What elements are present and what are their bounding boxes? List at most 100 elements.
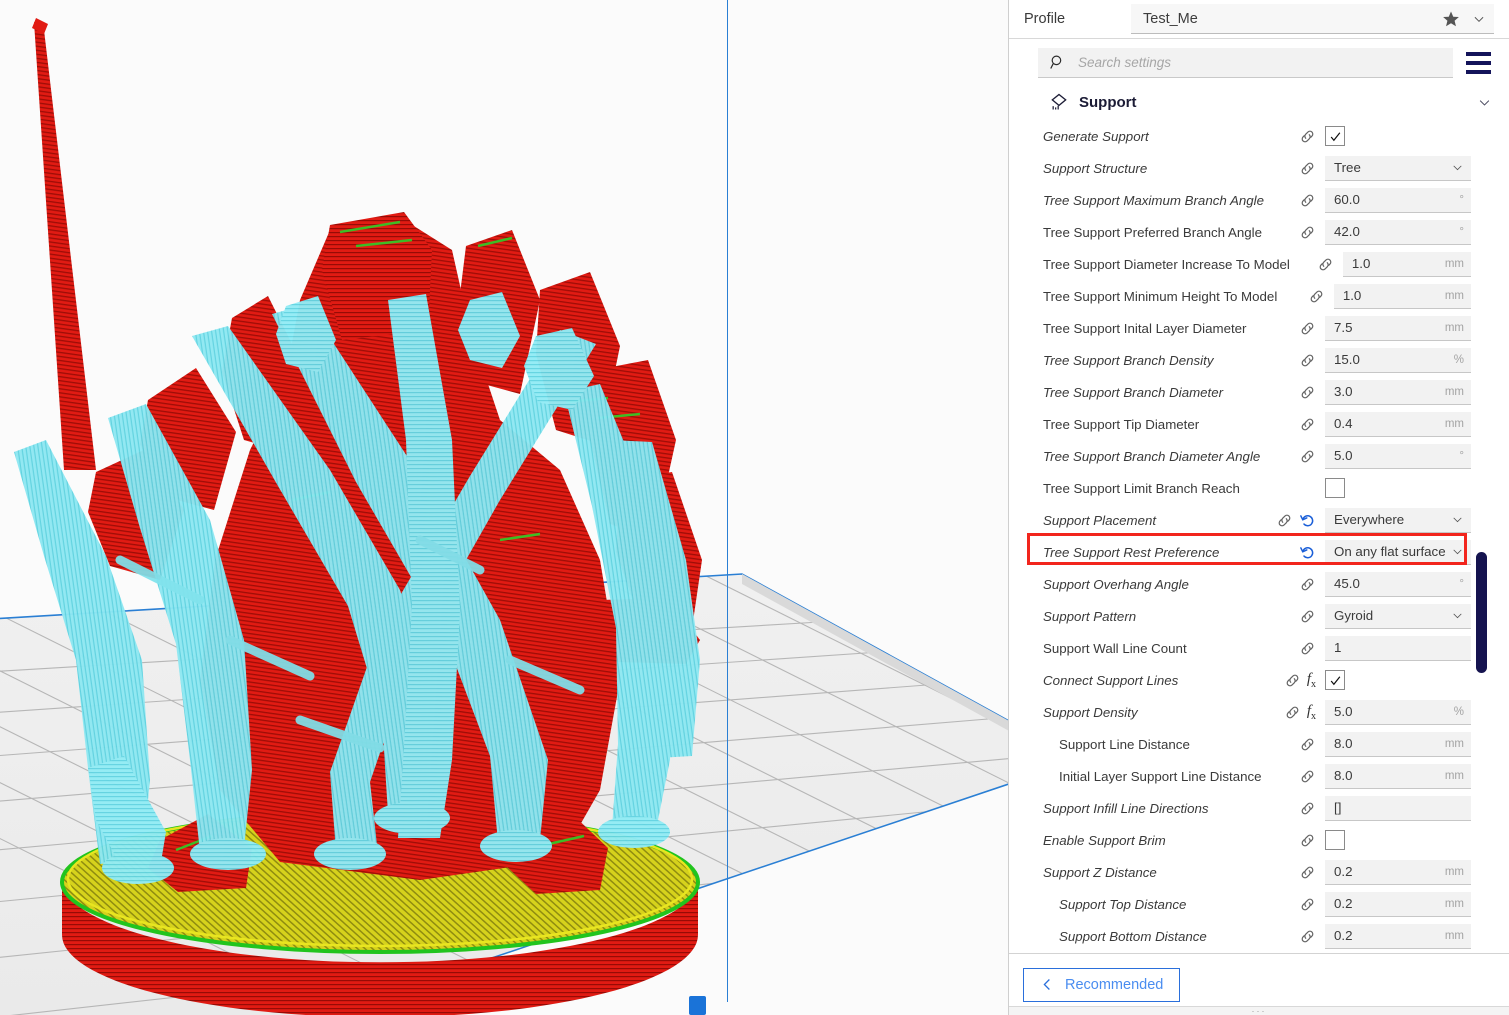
revert-icon[interactable] xyxy=(1299,512,1316,529)
origin-marker[interactable] xyxy=(689,996,706,1015)
link-icon[interactable] xyxy=(1299,224,1316,241)
setting-checkbox[interactable] xyxy=(1325,830,1345,850)
panel-resize-grip[interactable]: ··· xyxy=(1009,1006,1509,1015)
link-icon[interactable] xyxy=(1299,320,1316,337)
setting-input[interactable]: 8.0 mm xyxy=(1325,763,1471,789)
link-icon[interactable] xyxy=(1299,576,1316,593)
setting-row[interactable]: Tree Support Maximum Branch Angle 60.0 ° xyxy=(1009,184,1509,216)
link-icon[interactable] xyxy=(1308,288,1325,305)
setting-input[interactable]: 8.0 mm xyxy=(1325,731,1471,757)
setting-row[interactable]: Tree Support Minimum Height To Model 1.0 m… xyxy=(1009,280,1509,312)
link-icon[interactable] xyxy=(1299,352,1316,369)
setting-dropdown[interactable]: On any flat surface xyxy=(1325,539,1471,565)
chevron-down-icon[interactable] xyxy=(1451,513,1464,526)
link-icon[interactable] xyxy=(1299,800,1316,817)
link-icon[interactable] xyxy=(1299,832,1316,849)
profile-dropdown[interactable]: Test_Me xyxy=(1131,4,1494,34)
setting-row[interactable]: Initial Layer Support Line Distance 8.0 mm xyxy=(1009,760,1509,792)
setting-input[interactable]: 1.0 mm xyxy=(1342,251,1471,277)
hamburger-menu-icon[interactable] xyxy=(1459,46,1497,80)
setting-checkbox[interactable] xyxy=(1325,126,1345,146)
setting-row[interactable]: Support Bottom Distance 0.2 mm xyxy=(1009,920,1509,952)
link-icon[interactable] xyxy=(1299,384,1316,401)
setting-row[interactable]: Generate Support xyxy=(1009,120,1509,152)
setting-row[interactable]: Support Pattern Gyroid xyxy=(1009,600,1509,632)
settings-scrollbar[interactable] xyxy=(1476,552,1487,673)
setting-input[interactable]: 7.5 mm xyxy=(1325,315,1471,341)
chevron-down-icon[interactable] xyxy=(1472,12,1486,26)
chevron-down-icon[interactable] xyxy=(1451,161,1464,174)
search-input[interactable] xyxy=(1078,55,1453,70)
link-icon[interactable] xyxy=(1299,608,1316,625)
3d-preview-viewport[interactable] xyxy=(0,0,1008,1015)
setting-dropdown[interactable]: Gyroid xyxy=(1325,603,1471,629)
star-icon[interactable] xyxy=(1442,10,1460,28)
setting-row[interactable]: Tree Support Diameter Increase To Model 1… xyxy=(1009,248,1509,280)
link-icon[interactable] xyxy=(1299,736,1316,753)
chevron-down-icon[interactable] xyxy=(1477,95,1492,110)
link-icon[interactable] xyxy=(1299,896,1316,913)
setting-row[interactable]: Tree Support Rest Preference On any flat … xyxy=(1009,536,1509,568)
link-icon[interactable] xyxy=(1299,128,1316,145)
setting-input[interactable]: 0.2 mm xyxy=(1325,859,1471,885)
setting-checkbox[interactable] xyxy=(1325,670,1345,690)
link-icon[interactable] xyxy=(1299,640,1316,657)
setting-row[interactable]: Support Wall Line Count 1 xyxy=(1009,632,1509,664)
setting-row[interactable]: Support Z Distance 0.2 mm xyxy=(1009,856,1509,888)
setting-label: Tree Support Preferred Branch Angle xyxy=(1043,224,1263,240)
link-icon[interactable] xyxy=(1299,192,1316,209)
setting-row[interactable]: Support Structure Tree xyxy=(1009,152,1509,184)
setting-row[interactable]: Support Overhang Angle 45.0 ° xyxy=(1009,568,1509,600)
revert-icon[interactable] xyxy=(1299,544,1316,561)
link-icon[interactable] xyxy=(1317,256,1334,273)
link-icon[interactable] xyxy=(1299,448,1316,465)
setting-input[interactable]: 42.0 ° xyxy=(1325,219,1471,245)
link-icon[interactable] xyxy=(1299,768,1316,785)
setting-checkbox[interactable] xyxy=(1325,478,1345,498)
setting-input[interactable]: 60.0 ° xyxy=(1325,187,1471,213)
setting-row[interactable]: Enable Support Brim xyxy=(1009,824,1509,856)
setting-row[interactable]: Tree Support Preferred Branch Angle 42.0 ° xyxy=(1009,216,1509,248)
setting-row[interactable]: Support Line Distance 8.0 mm xyxy=(1009,728,1509,760)
setting-row[interactable]: Support Infill Line Directions [] xyxy=(1009,792,1509,824)
setting-input[interactable]: 5.0% xyxy=(1325,699,1471,725)
setting-row[interactable]: Tree Support Branch Diameter 3.0 mm xyxy=(1009,376,1509,408)
setting-row[interactable]: Support Placement Everywhere xyxy=(1009,504,1509,536)
recommended-button[interactable]: Recommended xyxy=(1023,967,1181,1002)
section-header-support[interactable]: Support xyxy=(1009,87,1509,117)
setting-row[interactable]: Tree Support Tip Diameter 0.4 mm xyxy=(1009,408,1509,440)
link-icon[interactable] xyxy=(1299,160,1316,177)
function-icon[interactable]: fx xyxy=(1307,671,1316,690)
setting-row[interactable]: Tree Support Limit Branch Reach xyxy=(1009,472,1509,504)
setting-input[interactable]: [] xyxy=(1325,795,1471,821)
link-icon[interactable] xyxy=(1284,704,1301,721)
setting-input[interactable]: 1.0 mm xyxy=(1333,283,1471,309)
setting-input[interactable]: 0.4 mm xyxy=(1325,411,1471,437)
setting-dropdown[interactable]: Tree xyxy=(1325,155,1471,181)
link-icon[interactable] xyxy=(1299,864,1316,881)
chevron-down-icon[interactable] xyxy=(1451,545,1464,558)
search-box[interactable] xyxy=(1038,48,1453,78)
setting-input[interactable]: 1 xyxy=(1325,635,1471,661)
setting-row[interactable]: Tree Support Branch Density 15.0% xyxy=(1009,344,1509,376)
setting-row[interactable]: Tree Support Inital Layer Diameter 7.5 mm xyxy=(1009,312,1509,344)
setting-input[interactable]: 0.2 mm xyxy=(1325,923,1471,949)
setting-row[interactable]: Tree Support Branch Diameter Angle 5.0 ° xyxy=(1009,440,1509,472)
setting-input[interactable]: 3.0 mm xyxy=(1325,379,1471,405)
link-icon[interactable] xyxy=(1299,928,1316,945)
link-icon[interactable] xyxy=(1276,512,1293,529)
setting-input[interactable]: 5.0 ° xyxy=(1325,443,1471,469)
setting-input[interactable]: 45.0 ° xyxy=(1325,571,1471,597)
chevron-down-icon[interactable] xyxy=(1451,609,1464,622)
setting-input[interactable]: 15.0% xyxy=(1325,347,1471,373)
link-icon[interactable] xyxy=(1299,416,1316,433)
setting-dropdown[interactable]: Everywhere xyxy=(1325,507,1471,533)
settings-list[interactable]: Generate Support Support Structure Tree Tre… xyxy=(1009,117,1509,953)
link-icon[interactable] xyxy=(1284,672,1301,689)
setting-row[interactable]: Support Density fx 5.0% xyxy=(1009,696,1509,728)
setting-input[interactable]: 0.2 mm xyxy=(1325,891,1471,917)
sliced-model[interactable] xyxy=(0,0,1008,1015)
function-icon[interactable]: fx xyxy=(1307,703,1316,722)
setting-row[interactable]: Support Top Distance 0.2 mm xyxy=(1009,888,1509,920)
setting-row[interactable]: Connect Support Lines fx xyxy=(1009,664,1509,696)
